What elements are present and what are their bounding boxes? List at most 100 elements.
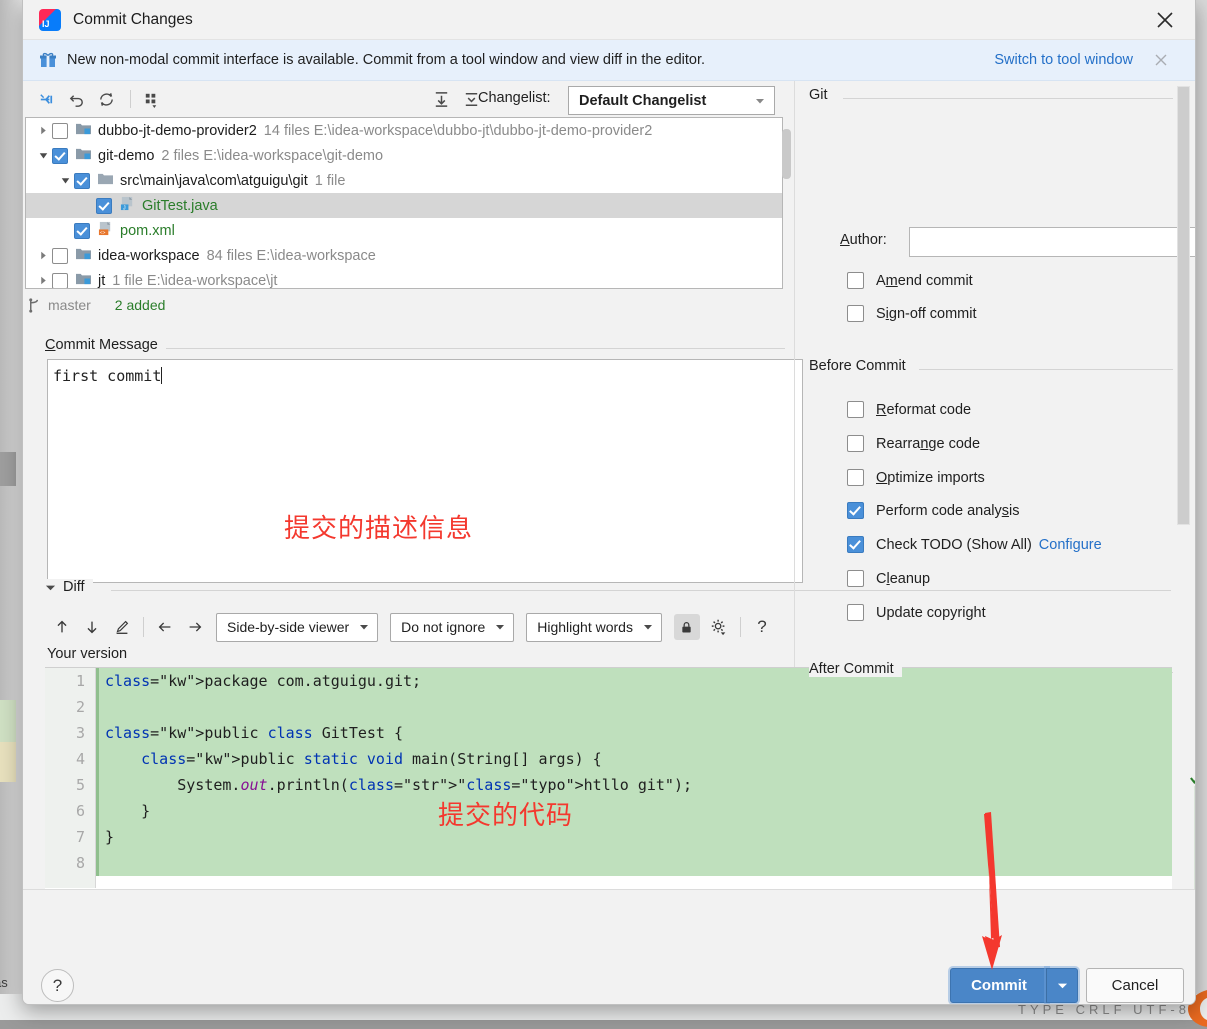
code-line: } — [105, 802, 151, 820]
chevron-right-glyph — [40, 251, 46, 260]
chevron-down-icon[interactable] — [34, 151, 52, 160]
author-label: Author: — [840, 232, 887, 248]
commit-message-value: first commit — [53, 367, 163, 385]
chevron-right-glyph — [40, 126, 46, 135]
tree-row-checkbox[interactable] — [52, 122, 68, 139]
close-icon[interactable] — [1153, 8, 1177, 32]
module-folder-icon — [75, 121, 92, 140]
gear-icon[interactable] — [704, 613, 734, 641]
changelist-label: Changelist: — [478, 90, 551, 106]
dialog-title: Commit Changes — [73, 10, 193, 28]
commit-button[interactable]: Commit — [950, 968, 1048, 1003]
chevron-right-glyph — [40, 276, 46, 285]
question-icon[interactable]: ? — [747, 613, 777, 641]
commit-dropdown-button[interactable] — [1046, 968, 1078, 1003]
chevron-right-icon[interactable] — [34, 126, 52, 135]
cleanup-checkbox[interactable]: Cleanup — [847, 570, 930, 587]
chevron-down-icon — [360, 625, 369, 630]
changed-files-tree[interactable]: dubbo-jt-demo-provider2 14 files E:\idea-… — [25, 117, 783, 289]
arrow-down-icon[interactable] — [77, 613, 107, 641]
tree-row-checkbox[interactable] — [74, 222, 90, 239]
svg-text:J: J — [123, 205, 126, 211]
help-button[interactable]: ? — [41, 969, 74, 1002]
module-folder-icon-glyph — [76, 148, 91, 160]
diff-change-marker — [96, 668, 99, 876]
xml-file-icon-glyph: <> — [98, 221, 111, 235]
tree-row[interactable]: J GitTest.java — [26, 193, 782, 218]
tree-row[interactable]: src\main\java\com\atguigu\git 1 file — [26, 168, 782, 193]
commit-changes-dialog: IJ Commit Changes New non-modal commit i… — [22, 0, 1196, 1005]
module-folder-icon-glyph — [76, 248, 91, 260]
checkbox-box — [847, 536, 864, 553]
viewer-mode-value: Side-by-side viewer — [227, 619, 350, 635]
tree-row-name: src\main\java\com\atguigu\git — [120, 172, 308, 189]
configure-link[interactable]: Configure — [1039, 537, 1102, 553]
tree-row[interactable]: git-demo 2 files E:\idea-workspace\git-de… — [26, 143, 782, 168]
chevron-right-icon[interactable] — [34, 251, 52, 260]
tree-row-checkbox[interactable] — [52, 147, 68, 164]
arrow-left-icon[interactable] — [150, 613, 180, 641]
refresh-icon[interactable] — [93, 86, 119, 112]
your-version-label: Your version — [47, 646, 128, 662]
java-file-icon: J — [119, 196, 136, 215]
gift-icon — [40, 52, 56, 67]
right-panel-scrollbar[interactable] — [1177, 86, 1190, 525]
show-diff-icon[interactable] — [33, 86, 59, 112]
switch-to-tool-window-link[interactable]: Switch to tool window — [994, 52, 1133, 68]
changelist-value: Default Changelist — [579, 92, 707, 109]
check-todo-checkbox[interactable]: Check TODO (Show All) Configure — [847, 536, 1102, 553]
optimize-imports-label: Optimize imports — [876, 469, 985, 486]
tree-row-name: GitTest.java — [142, 197, 218, 214]
tree-row-checkbox[interactable] — [52, 272, 68, 288]
reformat-code-checkbox[interactable]: Reformat code — [847, 401, 971, 418]
line-number: 5 — [75, 776, 85, 794]
cancel-button[interactable]: Cancel — [1086, 968, 1184, 1003]
arrow-right-icon[interactable] — [180, 613, 210, 641]
diff-toolbar: Side-by-side viewer Do not ignore Highli… — [47, 611, 777, 643]
line-number: 4 — [75, 750, 85, 768]
author-field[interactable] — [909, 227, 1195, 257]
group-by-icon[interactable] — [138, 86, 164, 112]
tree-row[interactable]: jt 1 file E:\idea-workspace\jt — [26, 268, 782, 288]
background-right-strip — [1195, 0, 1207, 1020]
notification-text: New non-modal commit interface is availa… — [67, 52, 706, 68]
perform-code-analysis-checkbox[interactable]: Perform code analysis — [847, 502, 1019, 519]
dialog-titlebar: IJ Commit Changes — [23, 0, 1195, 40]
tree-row-meta: 1 file — [314, 172, 346, 189]
tree-row-checkbox[interactable] — [52, 247, 68, 264]
viewer-mode-select[interactable]: Side-by-side viewer — [216, 612, 379, 642]
commit-message-input[interactable] — [47, 359, 803, 583]
chevron-right-icon[interactable] — [34, 276, 52, 285]
tree-scrollbar[interactable] — [782, 129, 791, 179]
reformat-code-label: Reformat code — [876, 401, 972, 418]
checkbox-box — [847, 435, 864, 452]
help-glyph: ? — [757, 617, 767, 636]
arrow-up-icon[interactable] — [47, 613, 77, 641]
tree-row[interactable]: dubbo-jt-demo-provider2 14 files E:\idea-… — [26, 118, 782, 143]
changelist-select[interactable]: Default Changelist — [568, 86, 775, 115]
diff-legend[interactable]: Diff — [45, 579, 93, 595]
chevron-down-glyph — [61, 178, 69, 184]
amend-commit-checkbox[interactable]: Amend commit — [847, 272, 973, 289]
branch-name: master — [48, 297, 91, 313]
optimize-imports-checkbox[interactable]: Optimize imports — [847, 469, 985, 486]
close-icon[interactable] — [1153, 52, 1169, 68]
tree-row-checkbox[interactable] — [96, 197, 112, 214]
lock-icon[interactable] — [673, 614, 700, 640]
sign-off-commit-checkbox[interactable]: Sign-off commit — [847, 305, 976, 322]
ignore-mode-select[interactable]: Do not ignore — [390, 612, 515, 642]
tree-row-checkbox[interactable] — [74, 172, 90, 189]
line-number: 6 — [75, 802, 85, 820]
tree-row[interactable]: <> pom.xml — [26, 218, 782, 243]
rearrange-code-checkbox[interactable]: Rearrange code — [847, 435, 980, 452]
pencil-icon[interactable] — [107, 613, 137, 641]
code-line: System.out.println(class="str">"class="t… — [105, 776, 693, 794]
before-commit-group-legend: Before Commit — [809, 358, 914, 374]
revert-icon[interactable] — [63, 86, 89, 112]
expand-all-icon[interactable] — [428, 86, 454, 112]
annotation-code: 提交的代码 — [438, 801, 574, 831]
tree-row[interactable]: idea-workspace 84 files E:\idea-workspace — [26, 243, 782, 268]
chevron-down-icon[interactable] — [56, 176, 74, 185]
update-copyright-checkbox[interactable]: Update copyright — [847, 604, 986, 621]
highlight-mode-select[interactable]: Highlight words — [526, 612, 662, 642]
